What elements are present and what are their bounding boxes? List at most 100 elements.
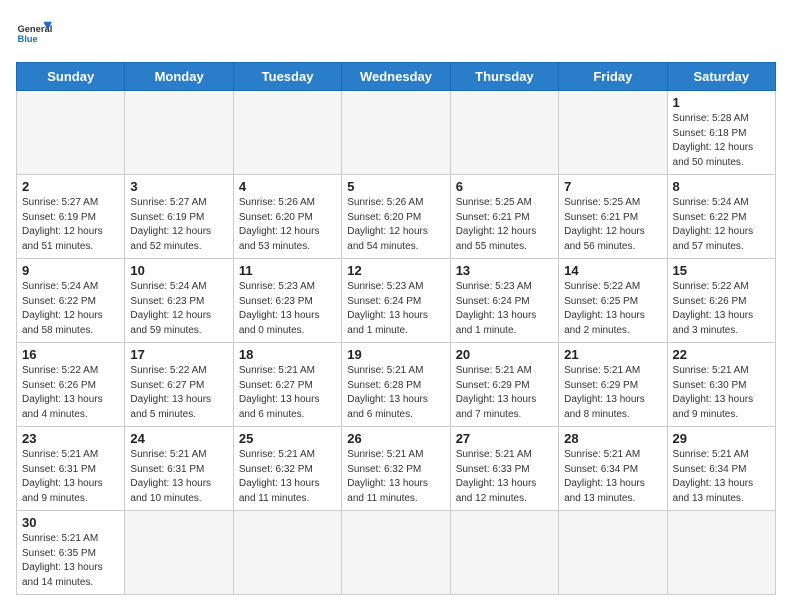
- day-number: 4: [239, 179, 336, 194]
- day-info: Sunrise: 5:24 AMSunset: 6:22 PMDaylight:…: [673, 196, 770, 254]
- calendar-cell: [17, 91, 125, 175]
- day-info: Sunrise: 5:21 AMSunset: 6:28 PMDaylight:…: [347, 364, 444, 422]
- calendar-cell: 25 Sunrise: 5:21 AMSunset: 6:32 PMDayligh…: [233, 427, 341, 511]
- day-info: Sunrise: 5:23 AMSunset: 6:23 PMDaylight:…: [239, 280, 336, 338]
- calendar-cell: 26Sunrise: 5:21 AMSunset: 6:32 PMDayligh…: [342, 427, 450, 511]
- calendar-cell: 19Sunrise: 5:21 AMSunset: 6:28 PMDayligh…: [342, 343, 450, 427]
- calendar-cell: 11 Sunrise: 5:23 AMSunset: 6:23 PMDayligh…: [233, 259, 341, 343]
- calendar-cell: [450, 511, 558, 595]
- day-number: 7: [564, 179, 661, 194]
- day-info: Sunrise: 5:26 AMSunset: 6:20 PMDaylight:…: [347, 196, 444, 254]
- day-number: 2: [22, 179, 119, 194]
- day-info: Sunrise: 5:22 AMSunset: 6:27 PMDaylight:…: [130, 364, 227, 422]
- day-info: Sunrise: 5:26 AMSunset: 6:20 PMDaylight:…: [239, 196, 336, 254]
- day-number: 25: [239, 431, 336, 446]
- calendar-cell: 29Sunrise: 5:21 AMSunset: 6:34 PMDayligh…: [667, 427, 775, 511]
- header: General Blue: [16, 16, 776, 52]
- day-info: Sunrise: 5:27 AMSunset: 6:19 PMDaylight:…: [130, 196, 227, 254]
- day-number: 22: [673, 347, 770, 362]
- day-number: 30: [22, 515, 119, 530]
- day-info: Sunrise: 5:27 AMSunset: 6:19 PMDaylight:…: [22, 196, 119, 254]
- day-info: Sunrise: 5:22 AMSunset: 6:26 PMDaylight:…: [673, 280, 770, 338]
- calendar-cell: 4 Sunrise: 5:26 AMSunset: 6:20 PMDaylight…: [233, 175, 341, 259]
- calendar-cell: [450, 91, 558, 175]
- day-info: Sunrise: 5:24 AMSunset: 6:23 PMDaylight:…: [130, 280, 227, 338]
- day-number: 5: [347, 179, 444, 194]
- day-info: Sunrise: 5:21 AMSunset: 6:32 PMDaylight:…: [347, 448, 444, 506]
- weekday-header-tuesday: Tuesday: [233, 63, 341, 91]
- day-number: 18: [239, 347, 336, 362]
- calendar-cell: [125, 511, 233, 595]
- day-number: 14: [564, 263, 661, 278]
- day-number: 10: [130, 263, 227, 278]
- day-info: Sunrise: 5:23 AMSunset: 6:24 PMDaylight:…: [456, 280, 553, 338]
- calendar-cell: 9 Sunrise: 5:24 AMSunset: 6:22 PMDaylight…: [17, 259, 125, 343]
- day-number: 11: [239, 263, 336, 278]
- calendar-cell: 17 Sunrise: 5:22 AMSunset: 6:27 PMDayligh…: [125, 343, 233, 427]
- day-number: 15: [673, 263, 770, 278]
- day-info: Sunrise: 5:21 AMSunset: 6:34 PMDaylight:…: [564, 448, 661, 506]
- day-info: Sunrise: 5:21 AMSunset: 6:29 PMDaylight:…: [456, 364, 553, 422]
- weekday-header-monday: Monday: [125, 63, 233, 91]
- calendar-week-3: 9 Sunrise: 5:24 AMSunset: 6:22 PMDaylight…: [17, 259, 776, 343]
- day-info: Sunrise: 5:21 AMSunset: 6:32 PMDaylight:…: [239, 448, 336, 506]
- day-info: Sunrise: 5:21 AMSunset: 6:27 PMDaylight:…: [239, 364, 336, 422]
- day-number: 13: [456, 263, 553, 278]
- day-number: 29: [673, 431, 770, 446]
- logo-icon: General Blue: [16, 16, 52, 52]
- day-number: 24: [130, 431, 227, 446]
- calendar-cell: 24 Sunrise: 5:21 AMSunset: 6:31 PMDayligh…: [125, 427, 233, 511]
- day-number: 16: [22, 347, 119, 362]
- day-info: Sunrise: 5:21 AMSunset: 6:31 PMDaylight:…: [130, 448, 227, 506]
- day-number: 20: [456, 347, 553, 362]
- day-number: 28: [564, 431, 661, 446]
- weekday-header-friday: Friday: [559, 63, 667, 91]
- calendar-table: SundayMondayTuesdayWednesdayThursdayFrid…: [16, 62, 776, 595]
- calendar-cell: [233, 91, 341, 175]
- logo: General Blue: [16, 16, 52, 52]
- calendar-cell: [342, 91, 450, 175]
- calendar-cell: 3 Sunrise: 5:27 AMSunset: 6:19 PMDaylight…: [125, 175, 233, 259]
- day-number: 8: [673, 179, 770, 194]
- calendar-week-5: 23 Sunrise: 5:21 AMSunset: 6:31 PMDayligh…: [17, 427, 776, 511]
- calendar-cell: 6Sunrise: 5:25 AMSunset: 6:21 PMDaylight…: [450, 175, 558, 259]
- calendar-cell: 1Sunrise: 5:28 AMSunset: 6:18 PMDaylight…: [667, 91, 775, 175]
- day-info: Sunrise: 5:28 AMSunset: 6:18 PMDaylight:…: [673, 112, 770, 170]
- calendar-cell: 30 Sunrise: 5:21 AMSunset: 6:35 PMDayligh…: [17, 511, 125, 595]
- day-info: Sunrise: 5:21 AMSunset: 6:29 PMDaylight:…: [564, 364, 661, 422]
- weekday-header-sunday: Sunday: [17, 63, 125, 91]
- day-info: Sunrise: 5:25 AMSunset: 6:21 PMDaylight:…: [564, 196, 661, 254]
- calendar-cell: 20 Sunrise: 5:21 AMSunset: 6:29 PMDayligh…: [450, 343, 558, 427]
- weekday-header-wednesday: Wednesday: [342, 63, 450, 91]
- calendar-cell: 21 Sunrise: 5:21 AMSunset: 6:29 PMDayligh…: [559, 343, 667, 427]
- calendar-cell: 2 Sunrise: 5:27 AMSunset: 6:19 PMDaylight…: [17, 175, 125, 259]
- day-info: Sunrise: 5:22 AMSunset: 6:26 PMDaylight:…: [22, 364, 119, 422]
- weekday-header-saturday: Saturday: [667, 63, 775, 91]
- calendar-cell: 8 Sunrise: 5:24 AMSunset: 6:22 PMDaylight…: [667, 175, 775, 259]
- calendar-cell: 12 Sunrise: 5:23 AMSunset: 6:24 PMDayligh…: [342, 259, 450, 343]
- calendar-week-4: 16 Sunrise: 5:22 AMSunset: 6:26 PMDayligh…: [17, 343, 776, 427]
- day-number: 21: [564, 347, 661, 362]
- day-number: 12: [347, 263, 444, 278]
- day-info: Sunrise: 5:22 AMSunset: 6:25 PMDaylight:…: [564, 280, 661, 338]
- day-number: 23: [22, 431, 119, 446]
- day-info: Sunrise: 5:23 AMSunset: 6:24 PMDaylight:…: [347, 280, 444, 338]
- calendar-cell: [667, 511, 775, 595]
- day-info: Sunrise: 5:25 AMSunset: 6:21 PMDaylight:…: [456, 196, 553, 254]
- day-number: 3: [130, 179, 227, 194]
- day-number: 17: [130, 347, 227, 362]
- svg-text:Blue: Blue: [17, 34, 37, 44]
- calendar-cell: 22Sunrise: 5:21 AMSunset: 6:30 PMDayligh…: [667, 343, 775, 427]
- day-info: Sunrise: 5:21 AMSunset: 6:35 PMDaylight:…: [22, 532, 119, 590]
- calendar-week-2: 2 Sunrise: 5:27 AMSunset: 6:19 PMDaylight…: [17, 175, 776, 259]
- day-number: 27: [456, 431, 553, 446]
- day-info: Sunrise: 5:24 AMSunset: 6:22 PMDaylight:…: [22, 280, 119, 338]
- calendar-body: 1Sunrise: 5:28 AMSunset: 6:18 PMDaylight…: [17, 91, 776, 595]
- calendar-cell: [233, 511, 341, 595]
- calendar-cell: 23 Sunrise: 5:21 AMSunset: 6:31 PMDayligh…: [17, 427, 125, 511]
- day-info: Sunrise: 5:21 AMSunset: 6:31 PMDaylight:…: [22, 448, 119, 506]
- calendar-cell: 28 Sunrise: 5:21 AMSunset: 6:34 PMDayligh…: [559, 427, 667, 511]
- calendar-cell: 16 Sunrise: 5:22 AMSunset: 6:26 PMDayligh…: [17, 343, 125, 427]
- calendar-cell: 15 Sunrise: 5:22 AMSunset: 6:26 PMDayligh…: [667, 259, 775, 343]
- day-number: 9: [22, 263, 119, 278]
